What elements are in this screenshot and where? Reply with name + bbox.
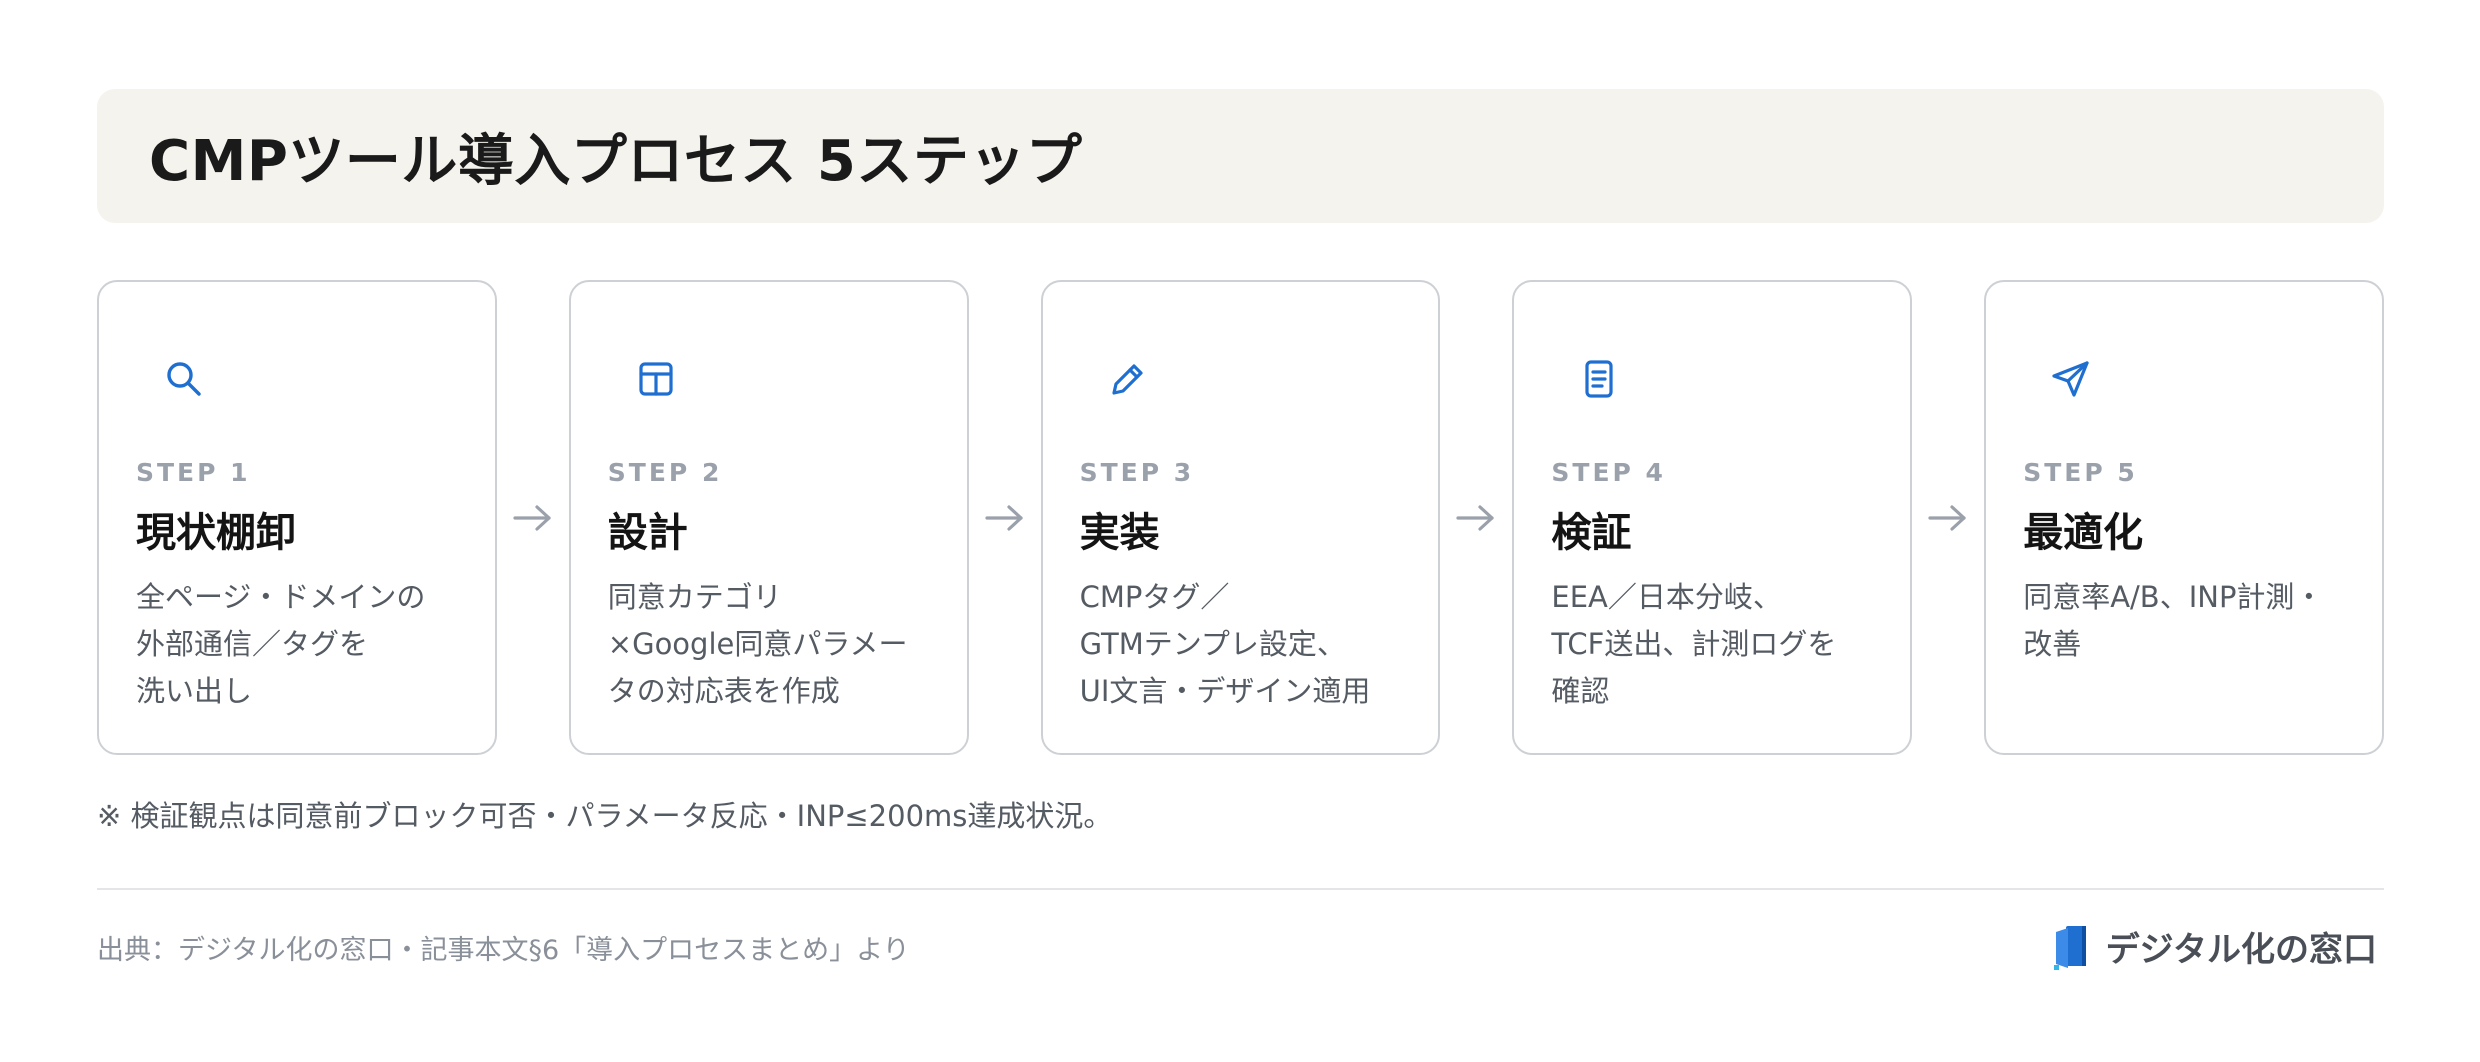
step-title: 現状棚卸 xyxy=(136,510,296,556)
step-description-line: 同意率A/B、INP計測・ xyxy=(2023,580,2324,614)
search-icon xyxy=(161,356,207,402)
source-citation: 出典：デジタル化の窓口・記事本文§6「導入プロセスまとめ」より xyxy=(97,935,910,966)
pencil-icon xyxy=(1105,356,1151,402)
step-description-line: 洗い出し xyxy=(136,674,253,708)
step-description: CMPタグ／ GTMテンプレ設定、 UI文言・デザイン適用 xyxy=(1080,574,1423,715)
step-description-line: ×Google同意パラメー xyxy=(607,627,908,661)
document-icon xyxy=(1576,356,1622,402)
step-description: 同意率A/B、INP計測・ 改善 xyxy=(2023,574,2366,668)
brand-name: デジタル化の窓口 xyxy=(2105,930,2377,970)
step-description-line: 全ページ・ドメインの xyxy=(136,580,426,614)
step-label: STEP 4 xyxy=(1551,458,1666,487)
verification-note: ※ 検証観点は同意前ブロック可否・パラメータ反応・INP≤200ms達成状況。 xyxy=(97,799,1113,833)
step-card-2: STEP 2 設計 同意カテゴリ ×Google同意パラメー タの対応表を作成 xyxy=(568,280,969,755)
step-description: 同意カテゴリ ×Google同意パラメー タの対応表を作成 xyxy=(608,574,951,715)
step-card-3: STEP 3 実装 CMPタグ／ GTMテンプレ設定、 UI文言・デザイン適用 xyxy=(1040,280,1441,755)
process-steps: STEP 1 現状棚卸 全ページ・ドメインの 外部通信／タグを 洗い出し STE… xyxy=(97,280,2385,755)
step-description-line: 確認 xyxy=(1551,674,1610,708)
table-icon xyxy=(633,356,679,402)
footer-divider xyxy=(97,888,2384,890)
arrow-right-icon xyxy=(1440,280,1512,755)
step-title: 設計 xyxy=(607,510,688,556)
title-bar: CMPツール導入プロセス 5ステップ xyxy=(97,89,2384,223)
step-label: STEP 2 xyxy=(607,458,723,487)
step-description-line: 同意カテゴリ xyxy=(607,580,782,614)
step-title: 検証 xyxy=(1551,510,1632,556)
step-title: 実装 xyxy=(1079,510,1160,556)
arrow-right-icon xyxy=(1912,280,1984,755)
step-description-line: CMPタグ／ xyxy=(1079,580,1230,614)
step-description-line: GTMテンプレ設定、 xyxy=(1079,627,1346,661)
arrow-right-icon xyxy=(497,280,569,755)
send-icon xyxy=(2048,356,2094,402)
step-label: STEP 5 xyxy=(2023,458,2138,487)
step-description: 全ページ・ドメインの 外部通信／タグを 洗い出し xyxy=(136,574,479,715)
step-description: EEA／日本分岐、 TCF送出、計測ログを 確認 xyxy=(1551,574,1894,715)
step-description-line: タの対応表を作成 xyxy=(607,674,840,708)
brand-logo: デジタル化の窓口 xyxy=(2052,922,2377,971)
arrow-right-icon xyxy=(969,280,1041,755)
step-title: 最適化 xyxy=(2023,510,2144,556)
step-description-line: 外部通信／タグを xyxy=(136,627,369,661)
step-card-5: STEP 5 最適化 同意率A/B、INP計測・ 改善 xyxy=(1984,280,2385,755)
infographic-page: CMPツール導入プロセス 5ステップ STEP 1 現状棚卸 全ページ・ドメイン… xyxy=(0,0,2480,1062)
step-label: STEP 1 xyxy=(136,458,251,487)
step-description-line: 改善 xyxy=(2023,627,2082,661)
step-description-line: UI文言・デザイン適用 xyxy=(1079,674,1371,708)
step-description-line: TCF送出、計測ログを xyxy=(1551,627,1837,661)
step-card-4: STEP 4 検証 EEA／日本分岐、 TCF送出、計測ログを 確認 xyxy=(1512,280,1913,755)
window-logo-icon xyxy=(2053,925,2086,970)
step-description-line: EEA／日本分岐、 xyxy=(1551,580,1782,614)
step-label: STEP 3 xyxy=(1079,458,1195,487)
page-title: CMPツール導入プロセス 5ステップ xyxy=(149,128,1083,194)
step-card-1: STEP 1 現状棚卸 全ページ・ドメインの 外部通信／タグを 洗い出し xyxy=(97,280,497,755)
